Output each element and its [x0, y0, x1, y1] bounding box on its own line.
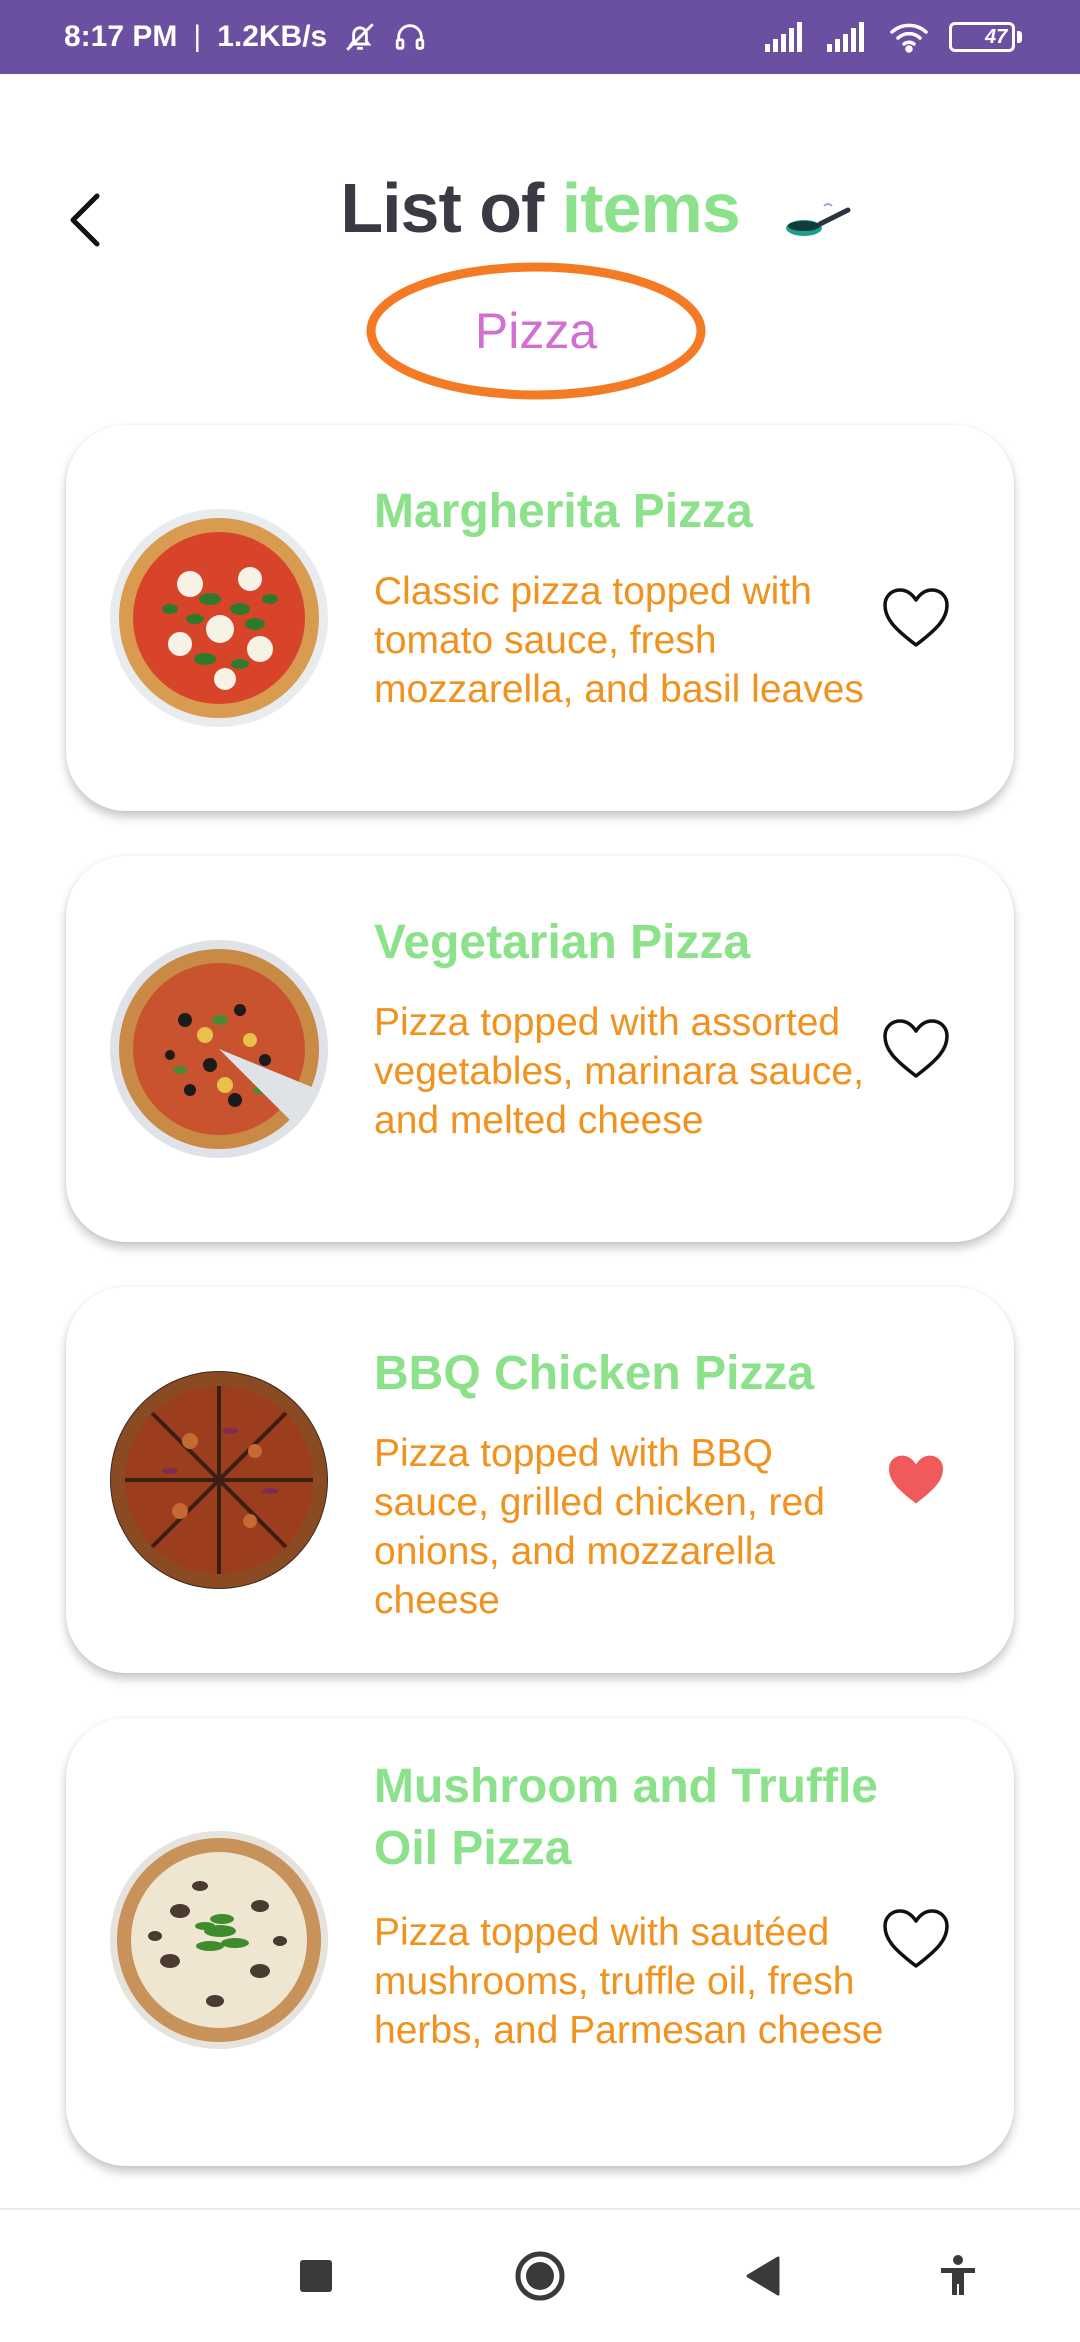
back-nav-button[interactable]	[722, 2210, 802, 2342]
status-separator: |	[193, 20, 202, 53]
favorite-button[interactable]	[876, 1440, 956, 1520]
recents-button[interactable]	[276, 2210, 356, 2342]
pizza-image	[110, 1831, 328, 2049]
accessibility-button[interactable]	[918, 2210, 998, 2342]
heart-outline-icon	[883, 588, 949, 647]
list-item[interactable]: Vegetarian Pizza Pizza topped with assor…	[66, 856, 1014, 1242]
item-description: Pizza topped with BBQ sauce, grilled chi…	[374, 1432, 825, 1622]
battery-tip	[1017, 31, 1022, 43]
category-label: Pizza	[474, 303, 598, 359]
list-item[interactable]: Mushroom and Truffle Oil Pizza Pizza top…	[66, 1718, 1014, 2166]
frying-pan-icon	[782, 198, 854, 247]
title-part-1: List of	[340, 169, 544, 247]
status-speed: 1.2KB/s	[217, 20, 328, 53]
heart-outline-icon	[883, 1909, 949, 1968]
list-item[interactable]: BBQ Chicken Pizza Pizza topped with BBQ …	[66, 1287, 1014, 1673]
wifi-icon	[889, 21, 929, 53]
status-right: 47	[765, 21, 1022, 53]
category-badge: Pizza	[364, 260, 708, 402]
page-title: List of items	[0, 168, 1080, 248]
pizza-image	[110, 940, 328, 1158]
heart-filled-icon	[889, 1455, 943, 1504]
item-name: Mushroom and Truffle Oil Pizza	[374, 1760, 878, 1875]
favorite-button[interactable]	[876, 1009, 956, 1089]
list-item[interactable]: Margherita Pizza Classic pizza topped wi…	[66, 425, 1014, 811]
header: List of items Pizza	[0, 140, 1080, 400]
item-description: Pizza topped with assorted vegetables, m…	[374, 1001, 864, 1142]
item-description: Pizza topped with sautéed mushrooms, tru…	[374, 1911, 884, 2052]
signal-icon	[765, 22, 807, 52]
home-circle-icon	[515, 2251, 565, 2301]
heart-outline-icon	[883, 1019, 949, 1078]
back-triangle-icon	[746, 2256, 780, 2296]
signal-icon	[827, 22, 869, 52]
recents-square-icon	[300, 2260, 332, 2292]
headphones-icon	[393, 20, 427, 54]
item-name: Vegetarian Pizza	[374, 916, 751, 969]
status-bar: 8:17 PM | 1.2KB/s 47	[0, 0, 1080, 74]
pizza-image	[110, 1371, 328, 1589]
system-nav-bar	[0, 2208, 1080, 2340]
pizza-image	[110, 509, 328, 727]
battery-icon: 47	[949, 22, 1015, 52]
bell-off-icon	[343, 20, 377, 54]
status-time: 8:17 PM	[64, 20, 178, 53]
favorite-button[interactable]	[876, 1899, 956, 1979]
battery-level: 47	[984, 25, 1008, 48]
accessibility-icon	[941, 2255, 975, 2295]
title-part-2: items	[561, 169, 741, 247]
item-name: BBQ Chicken Pizza	[374, 1347, 815, 1400]
status-left: 8:17 PM | 1.2KB/s	[64, 20, 427, 54]
home-button[interactable]	[500, 2210, 580, 2342]
item-description: Classic pizza topped with tomato sauce, …	[374, 570, 864, 711]
item-name: Margherita Pizza	[374, 485, 753, 538]
favorite-button[interactable]	[876, 578, 956, 658]
